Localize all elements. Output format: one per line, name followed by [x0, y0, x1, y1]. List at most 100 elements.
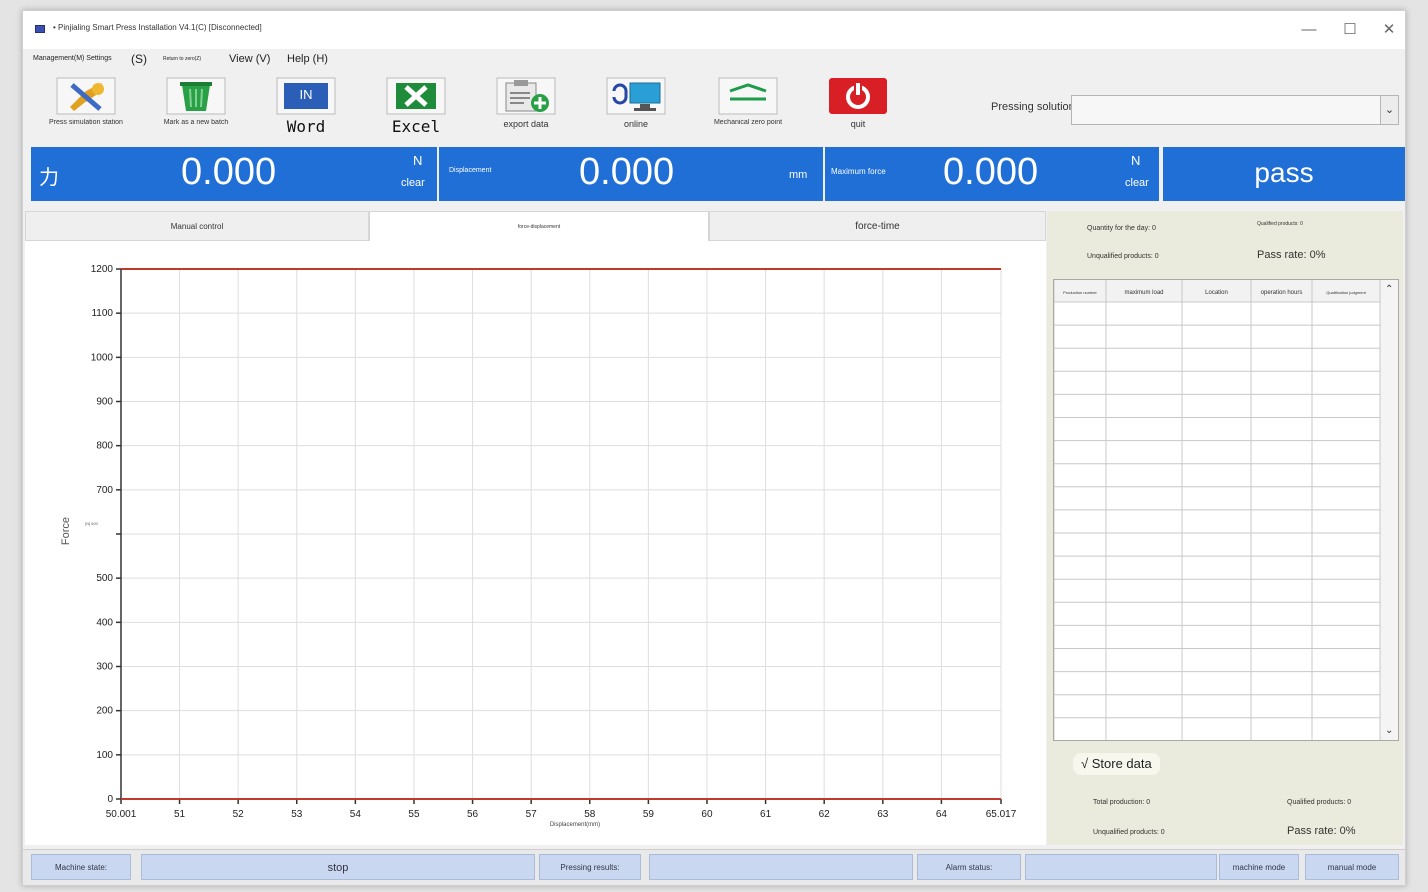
tab-force-displacement[interactable]: force-displacement: [369, 211, 709, 241]
statistics-pane: Quantity for the day: 0 Qualified produc…: [1047, 211, 1403, 845]
y-tick-label: 400: [96, 617, 113, 628]
result-readout: pass: [1163, 147, 1405, 201]
y-unit-label: [N] 600: [85, 521, 99, 526]
word-icon-text: IN: [299, 87, 313, 102]
menu-return-zero[interactable]: Return to zero(Z): [163, 56, 201, 62]
menu-bar: Management(M) Settings (S) Return to zer…: [23, 49, 1405, 71]
mark-new-batch-label: Mark as a new batch: [163, 119, 229, 126]
scroll-up-icon[interactable]: ⌃: [1385, 284, 1393, 295]
mark-new-batch-button[interactable]: Mark as a new batch: [157, 77, 235, 139]
quit-label: quit: [850, 119, 866, 129]
window-title: • Pinjialing Smart Press Installation V4…: [53, 23, 262, 32]
pass-rate-bottom: Pass rate: 0%: [1287, 825, 1356, 837]
x-tick-label: 64: [936, 809, 948, 820]
menu-view[interactable]: View (V): [229, 53, 270, 65]
quit-button[interactable]: quit: [819, 77, 897, 139]
store-data-checkbox[interactable]: √ Store data: [1073, 753, 1160, 775]
online-label: online: [623, 119, 649, 129]
x-tick-label: 55: [408, 809, 420, 820]
excel-icon: [386, 77, 446, 115]
tab-force-time[interactable]: force-time: [709, 211, 1046, 241]
max-force-value: 0.000: [943, 151, 1039, 193]
export-data-button[interactable]: export data: [487, 77, 565, 139]
maximize-button[interactable]: ☐: [1336, 19, 1364, 41]
x-tick-label: 52: [233, 809, 245, 820]
y-tick-label: 1100: [91, 308, 113, 319]
word-export-button[interactable]: IN Word: [267, 77, 345, 139]
x-tick-label: 56: [467, 809, 479, 820]
clipboard-add-icon: [496, 77, 556, 115]
chevron-down-icon[interactable]: ⌄: [1380, 96, 1398, 124]
force-label: 力: [39, 167, 59, 189]
press-simulation-label: Press simulation station: [49, 119, 123, 126]
minimize-button[interactable]: —: [1295, 19, 1323, 41]
y-tick-label: 300: [96, 662, 113, 673]
export-data-label: export data: [503, 119, 549, 129]
x-tick-label: 58: [584, 809, 596, 820]
chart-pane: Manual control force-displacement force-…: [25, 211, 1046, 845]
displacement-label: Displacement: [449, 167, 492, 174]
result-value: pass: [1254, 157, 1314, 188]
menu-help[interactable]: Help (H): [287, 53, 328, 65]
displacement-value: 0.000: [579, 151, 675, 193]
x-tick-label: 51: [174, 809, 186, 820]
x-tick-label: 60: [701, 809, 713, 820]
tools-icon: [56, 77, 116, 115]
max-force-readout: Maximum force 0.000 N clear: [825, 147, 1159, 201]
force-clear-button[interactable]: clear: [401, 177, 425, 189]
app-icon: [35, 25, 45, 33]
total-production: Total production: 0: [1093, 799, 1151, 806]
table-header-cell: operation hours: [1261, 290, 1303, 296]
x-tick-label: 65.017: [986, 809, 1017, 820]
word-icon: IN: [276, 77, 336, 115]
y-tick-label: 200: [96, 706, 113, 717]
power-icon: [828, 77, 888, 115]
close-button[interactable]: ✕: [1375, 19, 1403, 41]
table-scrollbar[interactable]: ⌃ ⌄: [1380, 280, 1398, 740]
table-header-cell: Production number: [1063, 290, 1097, 295]
zero-point-icon: [718, 77, 778, 115]
tab-manual-control[interactable]: Manual control: [25, 211, 369, 241]
x-tick-label: 54: [350, 809, 362, 820]
y-axis-label: Force: [60, 517, 72, 545]
y-tick-label: 1000: [91, 352, 114, 363]
title-bar: • Pinjialing Smart Press Installation V4…: [23, 11, 1405, 49]
toolbar: Press simulation station Mark as a new b…: [23, 71, 1405, 143]
force-displacement-chart: 50.001 51 52 53 54 55 56 57 58 59 60 61 62 63 64 65.017…: [60, 264, 1017, 828]
machine-state-value: stop: [141, 854, 535, 880]
x-axis-label: Displacement(mm): [550, 822, 600, 828]
table-header-cell: maximum load: [1124, 290, 1163, 296]
x-tick-label: 61: [760, 809, 772, 820]
word-label: Word: [286, 117, 326, 136]
qualified-bottom: Qualified products: 0: [1287, 799, 1352, 806]
app-window: • Pinjialing Smart Press Installation V4…: [22, 10, 1406, 886]
network-monitor-icon: [606, 77, 666, 115]
scroll-down-icon[interactable]: ⌄: [1385, 725, 1393, 736]
quantity-day: Quantity for the day: 0: [1087, 225, 1156, 232]
press-simulation-button[interactable]: Press simulation station: [47, 77, 125, 139]
alarm-status-value: [1025, 854, 1217, 880]
max-force-clear-button[interactable]: clear: [1125, 177, 1149, 189]
manual-mode-button[interactable]: manual mode: [1305, 854, 1399, 880]
y-tick-label: 1200: [91, 264, 114, 275]
x-tick-label: 57: [526, 809, 538, 820]
menu-management[interactable]: Management(M) Settings: [33, 55, 112, 62]
chart-grid: [120, 268, 1002, 800]
excel-export-button[interactable]: Excel: [377, 77, 455, 139]
max-force-label: Maximum force: [831, 167, 886, 176]
machine-state-label: Machine state:: [31, 854, 131, 880]
x-tick-label: 62: [819, 809, 831, 820]
machine-mode-button[interactable]: machine mode: [1219, 854, 1299, 880]
force-readout: 力 0.000 N clear: [31, 147, 437, 201]
pressing-solution-select[interactable]: ⌄: [1071, 95, 1399, 125]
mechanical-zero-button[interactable]: Mechanical zero point: [709, 77, 787, 139]
menu-settings-shortcut[interactable]: (S): [131, 52, 147, 66]
y-tick-label: 500: [96, 573, 113, 584]
table-header-cell: Location: [1205, 290, 1228, 296]
online-button[interactable]: online: [597, 77, 675, 139]
alarm-status-label: Alarm status:: [917, 854, 1021, 880]
status-bar: Machine state: stop Pressing results: Al…: [23, 849, 1405, 885]
x-tick-label: 50.001: [106, 809, 137, 820]
y-tick-label: 900: [96, 397, 113, 408]
results-table: Production number maximum load Location ope…: [1053, 279, 1399, 741]
